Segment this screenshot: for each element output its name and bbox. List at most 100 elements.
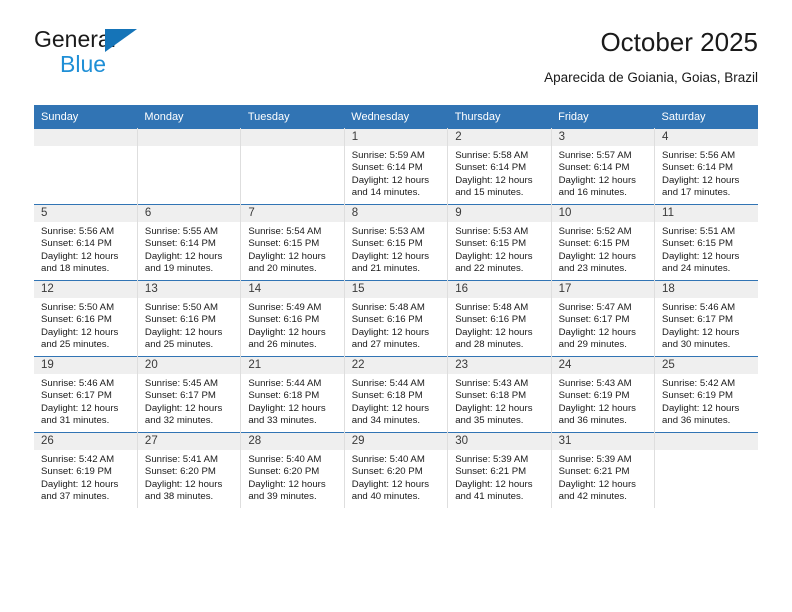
day-details: Sunrise: 5:52 AM Sunset: 6:15 PM Daylight:…: [552, 222, 654, 276]
sunrise-time: Sunrise: 5:49 AM: [248, 302, 322, 313]
calendar-day-cell[interactable]: 27 Sunrise: 5:41 AM Sunset: 6:20 PM Dayligh…: [137, 432, 242, 508]
calendar-day-cell[interactable]: 2 Sunrise: 5:58 AM Sunset: 6:14 PM Daylight…: [447, 128, 552, 205]
calendar-day-cell[interactable]: 24 Sunrise: 5:43 AM Sunset: 6:19 PM Dayligh…: [551, 356, 656, 433]
day-number: 18: [655, 281, 758, 298]
sunrise-time: Sunrise: 5:46 AM: [41, 378, 115, 389]
daylight-duration-line1: Daylight: 12 hours: [558, 478, 636, 490]
calendar-body: 1 Sunrise: 5:59 AM Sunset: 6:14 PM Daylight…: [34, 128, 758, 508]
daylight-duration-line2: and 26 minutes.: [248, 339, 317, 351]
calendar-week-row: 5 Sunrise: 5:56 AM Sunset: 6:14 PM Daylight…: [34, 204, 758, 281]
calendar-day-cell[interactable]: 13 Sunrise: 5:50 AM Sunset: 6:16 PM Dayligh…: [137, 280, 242, 357]
day-number: 22: [344, 357, 448, 374]
day-number: 16: [448, 281, 551, 298]
sunrise-time: Sunrise: 5:42 AM: [41, 454, 115, 465]
calendar-header-row: Sunday Monday Tuesday Wednesday Thursday…: [34, 105, 758, 129]
weekday-header-wednesday: Wednesday: [344, 105, 448, 129]
calendar-day-cell[interactable]: 28 Sunrise: 5:40 AM Sunset: 6:20 PM Dayligh…: [240, 432, 345, 508]
sunrise-time: Sunrise: 5:43 AM: [558, 378, 632, 389]
sunrise-time: Sunrise: 5:51 AM: [662, 226, 736, 237]
day-number: 5: [34, 205, 137, 222]
daylight-duration-line2: and 23 minutes.: [558, 263, 627, 275]
daylight-duration-line2: and 32 minutes.: [144, 415, 214, 427]
calendar-week-row: 12 Sunrise: 5:50 AM Sunset: 6:16 PM Dayligh…: [34, 280, 758, 357]
day-details: [138, 146, 240, 150]
day-details: Sunrise: 5:47 AM Sunset: 6:17 PM Daylight:…: [552, 298, 654, 352]
daylight-duration-line2: and 36 minutes.: [558, 415, 627, 427]
day-details: Sunrise: 5:53 AM Sunset: 6:15 PM Daylight:…: [345, 222, 447, 276]
calendar-day-cell[interactable]: 19 Sunrise: 5:46 AM Sunset: 6:17 PM Dayligh…: [34, 356, 138, 433]
calendar-day-cell[interactable]: 12 Sunrise: 5:50 AM Sunset: 6:16 PM Dayligh…: [34, 280, 138, 357]
daylight-duration-line1: Daylight: 12 hours: [144, 478, 223, 490]
calendar-day-cell[interactable]: 30 Sunrise: 5:39 AM Sunset: 6:21 PM Dayligh…: [447, 432, 552, 508]
calendar-day-cell[interactable]: 5 Sunrise: 5:56 AM Sunset: 6:14 PM Daylight…: [34, 204, 138, 281]
calendar-day-cell[interactable]: 17 Sunrise: 5:47 AM Sunset: 6:17 PM Dayligh…: [551, 280, 656, 357]
day-number: [137, 129, 241, 146]
day-number: 21: [241, 357, 344, 374]
day-number: 23: [448, 357, 551, 374]
sunset-time: Sunset: 6:14 PM: [662, 162, 733, 174]
daylight-duration-line2: and 27 minutes.: [351, 339, 421, 351]
calendar-day-cell[interactable]: 31 Sunrise: 5:39 AM Sunset: 6:21 PM Dayligh…: [551, 432, 656, 508]
calendar-week-row: 19 Sunrise: 5:46 AM Sunset: 6:17 PM Dayligh…: [34, 356, 758, 433]
daylight-duration-line2: and 31 minutes.: [41, 415, 110, 427]
daylight-duration-line2: and 24 minutes.: [662, 263, 731, 275]
calendar-day-cell[interactable]: 10 Sunrise: 5:52 AM Sunset: 6:15 PM Dayligh…: [551, 204, 656, 281]
sunset-time: Sunset: 6:17 PM: [41, 390, 112, 402]
sunrise-time: Sunrise: 5:43 AM: [455, 378, 529, 389]
calendar-day-cell[interactable]: 4 Sunrise: 5:56 AM Sunset: 6:14 PM Daylight…: [654, 128, 758, 205]
sunset-time: Sunset: 6:21 PM: [558, 466, 630, 478]
sunset-time: Sunset: 6:15 PM: [662, 238, 733, 250]
calendar-day-cell[interactable]: 6 Sunrise: 5:55 AM Sunset: 6:14 PM Daylight…: [137, 204, 242, 281]
calendar-day-cell[interactable]: 16 Sunrise: 5:48 AM Sunset: 6:16 PM Dayligh…: [447, 280, 552, 357]
day-number: 17: [551, 281, 655, 298]
daylight-duration-line1: Daylight: 12 hours: [455, 402, 533, 414]
sunrise-time: Sunrise: 5:52 AM: [558, 226, 632, 237]
day-number: 2: [448, 129, 551, 146]
calendar-day-cell[interactable]: 15 Sunrise: 5:48 AM Sunset: 6:16 PM Dayligh…: [344, 280, 449, 357]
calendar-day-cell[interactable]: 3 Sunrise: 5:57 AM Sunset: 6:14 PM Daylight…: [551, 128, 656, 205]
page-title: October 2025: [600, 27, 758, 57]
day-details: Sunrise: 5:43 AM Sunset: 6:19 PM Daylight:…: [552, 374, 654, 428]
day-details: Sunrise: 5:42 AM Sunset: 6:19 PM Daylight:…: [34, 450, 137, 504]
calendar-day-cell-empty: [137, 128, 242, 205]
daylight-duration-line1: Daylight: 12 hours: [662, 402, 740, 414]
daylight-duration-line2: and 33 minutes.: [248, 415, 317, 427]
sunset-time: Sunset: 6:14 PM: [351, 162, 423, 174]
calendar-day-cell[interactable]: 26 Sunrise: 5:42 AM Sunset: 6:19 PM Dayligh…: [34, 432, 138, 508]
day-number: 19: [34, 357, 137, 374]
calendar-day-cell[interactable]: 11 Sunrise: 5:51 AM Sunset: 6:15 PM Dayligh…: [654, 204, 758, 281]
sunrise-time: Sunrise: 5:47 AM: [558, 302, 632, 313]
day-number: 12: [34, 281, 137, 298]
sunset-time: Sunset: 6:16 PM: [41, 314, 112, 326]
calendar-day-cell[interactable]: 7 Sunrise: 5:54 AM Sunset: 6:15 PM Daylight…: [240, 204, 345, 281]
daylight-duration-line1: Daylight: 12 hours: [41, 478, 119, 490]
day-details: Sunrise: 5:51 AM Sunset: 6:15 PM Daylight:…: [655, 222, 758, 276]
calendar-day-cell[interactable]: 8 Sunrise: 5:53 AM Sunset: 6:15 PM Daylight…: [344, 204, 449, 281]
day-details: Sunrise: 5:49 AM Sunset: 6:16 PM Daylight:…: [241, 298, 343, 352]
calendar-day-cell[interactable]: 18 Sunrise: 5:46 AM Sunset: 6:17 PM Dayligh…: [654, 280, 758, 357]
calendar-day-cell[interactable]: 9 Sunrise: 5:53 AM Sunset: 6:15 PM Daylight…: [447, 204, 552, 281]
sunset-time: Sunset: 6:15 PM: [558, 238, 630, 250]
sunset-time: Sunset: 6:14 PM: [41, 238, 112, 250]
sunrise-time: Sunrise: 5:56 AM: [662, 150, 736, 161]
calendar-day-cell[interactable]: 20 Sunrise: 5:45 AM Sunset: 6:17 PM Dayligh…: [137, 356, 242, 433]
sunset-time: Sunset: 6:14 PM: [144, 238, 216, 250]
daylight-duration-line2: and 16 minutes.: [558, 187, 627, 199]
calendar-day-cell[interactable]: 23 Sunrise: 5:43 AM Sunset: 6:18 PM Dayligh…: [447, 356, 552, 433]
day-details: Sunrise: 5:46 AM Sunset: 6:17 PM Daylight:…: [655, 298, 758, 352]
calendar-day-cell[interactable]: 25 Sunrise: 5:42 AM Sunset: 6:19 PM Dayligh…: [654, 356, 758, 433]
day-details: Sunrise: 5:48 AM Sunset: 6:16 PM Daylight:…: [345, 298, 447, 352]
calendar-day-cell[interactable]: 14 Sunrise: 5:49 AM Sunset: 6:16 PM Dayligh…: [240, 280, 345, 357]
calendar-day-cell[interactable]: 21 Sunrise: 5:44 AM Sunset: 6:18 PM Dayligh…: [240, 356, 345, 433]
daylight-duration-line1: Daylight: 12 hours: [248, 326, 326, 338]
calendar-day-cell[interactable]: 1 Sunrise: 5:59 AM Sunset: 6:14 PM Daylight…: [344, 128, 449, 205]
calendar-day-cell[interactable]: 22 Sunrise: 5:44 AM Sunset: 6:18 PM Dayligh…: [344, 356, 449, 433]
sunset-time: Sunset: 6:14 PM: [455, 162, 527, 174]
day-details: Sunrise: 5:54 AM Sunset: 6:15 PM Daylight:…: [241, 222, 343, 276]
calendar-day-cell[interactable]: 29 Sunrise: 5:40 AM Sunset: 6:20 PM Dayligh…: [344, 432, 449, 508]
day-details: [655, 450, 758, 454]
general-blue-logo: General Blue: [34, 26, 264, 88]
sunrise-time: Sunrise: 5:45 AM: [144, 378, 218, 389]
daylight-duration-line1: Daylight: 12 hours: [351, 250, 430, 262]
day-details: Sunrise: 5:50 AM Sunset: 6:16 PM Daylight:…: [34, 298, 137, 352]
